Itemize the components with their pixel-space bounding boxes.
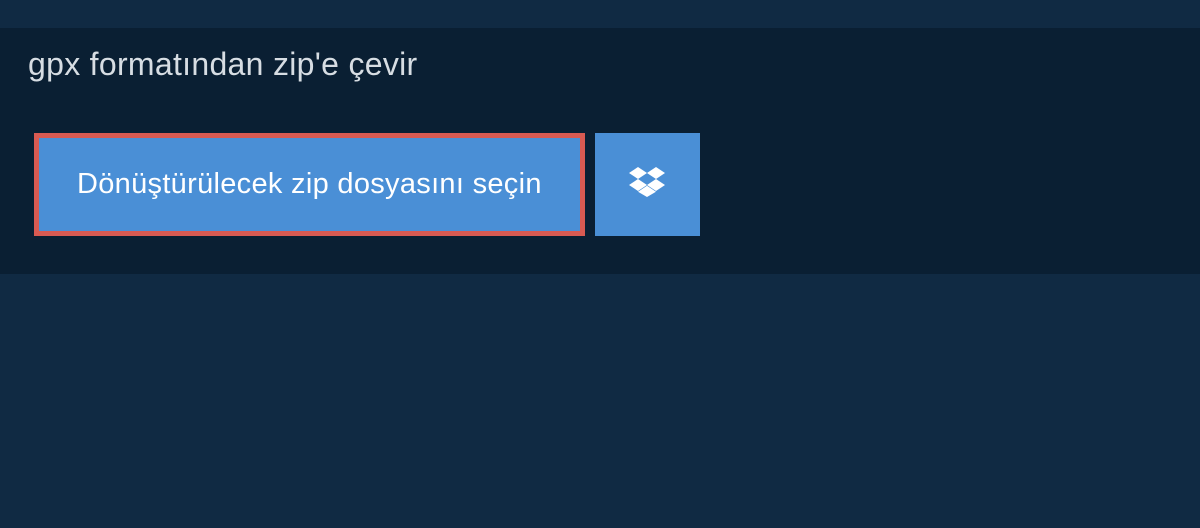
dropbox-button[interactable] bbox=[595, 133, 700, 236]
dropbox-icon bbox=[629, 164, 665, 205]
action-row: Dönüştürülecek zip dosyasını seçin bbox=[0, 101, 1200, 236]
converter-panel: gpx formatından zip'e çevir Dönüştürülec… bbox=[0, 28, 1200, 274]
select-file-button[interactable]: Dönüştürülecek zip dosyasını seçin bbox=[34, 133, 585, 236]
page-title: gpx formatından zip'e çevir bbox=[0, 28, 450, 101]
